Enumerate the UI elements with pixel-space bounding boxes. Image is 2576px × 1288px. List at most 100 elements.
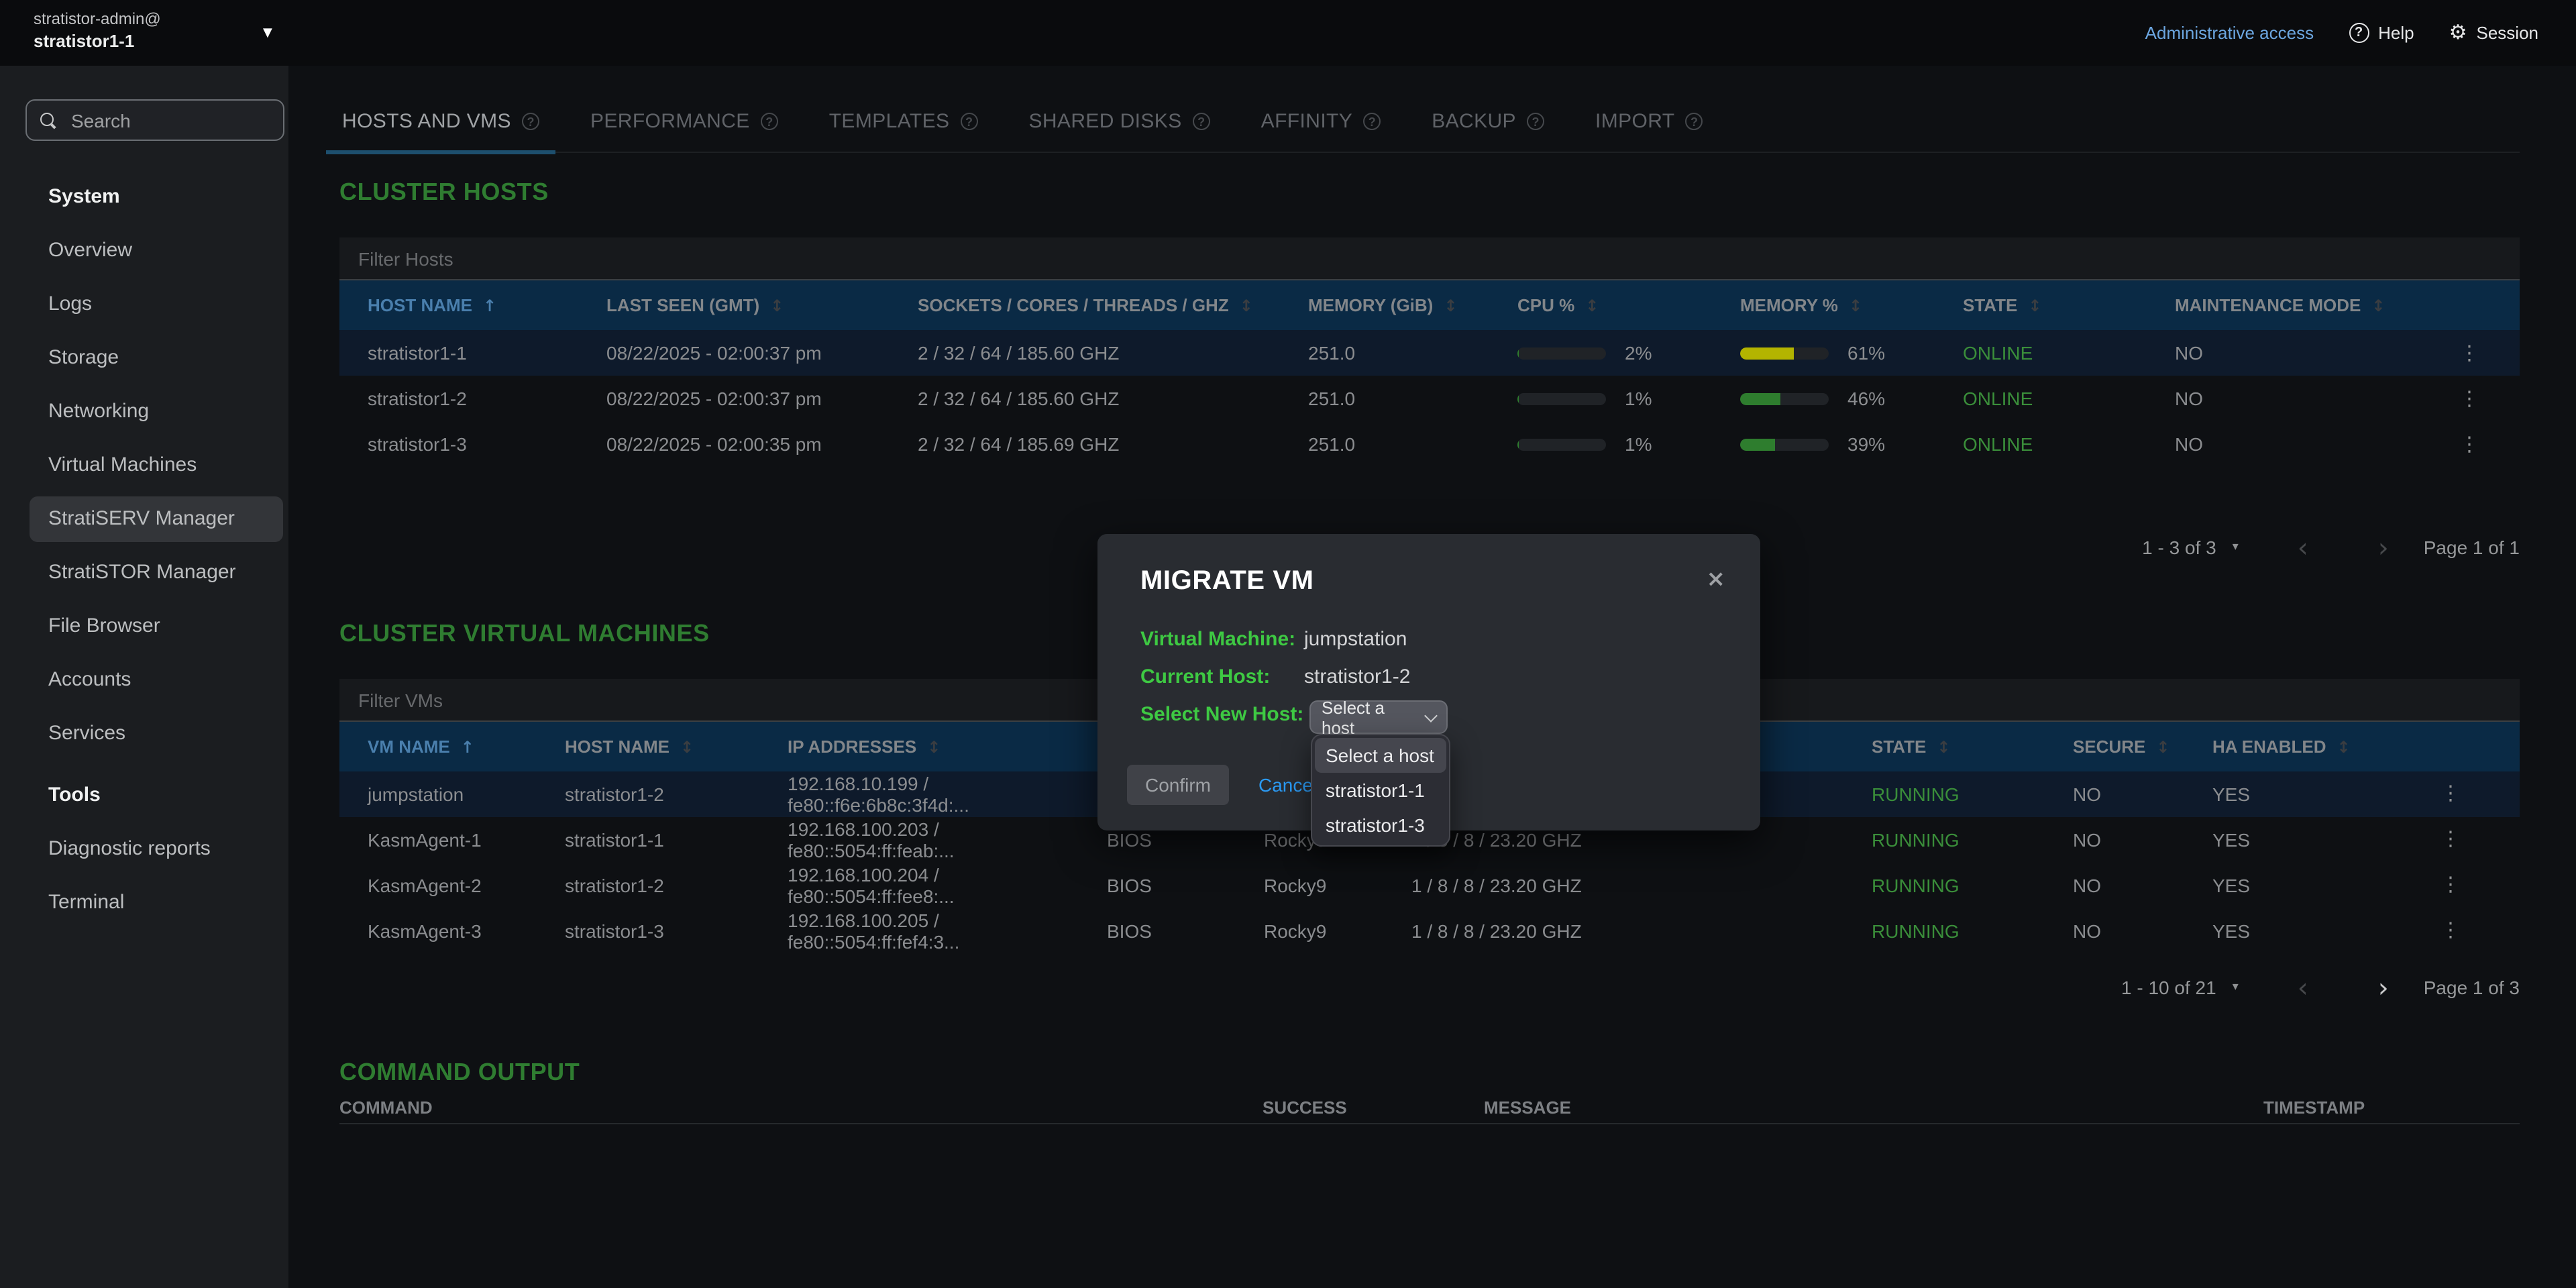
sidebar-item-storage[interactable]: Storage (0, 331, 288, 385)
row-kebab-menu[interactable]: ⋮ (2440, 920, 2461, 942)
command-output-header: COMMAND SUCCESS MESSAGE TIMESTAMP (339, 1092, 2520, 1124)
vms-col-secure[interactable]: SECURE↕ (2073, 737, 2212, 757)
hosts-filter (339, 237, 2520, 280)
hosts-row-stratistor1-1[interactable]: stratistor1-1 08/22/2025 - 02:00:37 pm 2… (339, 330, 2520, 376)
hosts-col-host-name[interactable]: HOST NAME↑ (368, 295, 606, 315)
row-kebab-menu[interactable]: ⋮ (2440, 784, 2461, 805)
host-last-seen: 08/22/2025 - 02:00:35 pm (606, 433, 918, 455)
vm-secure: NO (2073, 784, 2212, 805)
row-kebab-menu[interactable]: ⋮ (2459, 343, 2479, 362)
hosts-col-cpu[interactable]: CPU %↕ (1517, 295, 1740, 315)
vm-ip: 192.168.10.199 / fe80::f6e:6b8c:3f4d:... (788, 773, 1107, 816)
chevron-down-icon (1424, 708, 1438, 722)
vms-col-vm-name[interactable]: VM NAME↑ (368, 737, 565, 757)
hosts-row-stratistor1-2[interactable]: stratistor1-2 08/22/2025 - 02:00:37 pm 2… (339, 376, 2520, 421)
row-kebab-menu[interactable]: ⋮ (2459, 389, 2479, 408)
vms-col-state[interactable]: STATE↕ (1872, 737, 2073, 757)
user-menu-caret-icon[interactable]: ▼ (263, 27, 272, 40)
sidebar-item-overview[interactable]: Overview (0, 224, 288, 278)
dropdown-option-stratistor1-1[interactable]: stratistor1-1 (1315, 773, 1446, 808)
hosts-col-maintenance[interactable]: MAINTENANCE MODE↕ (2175, 295, 2459, 315)
hosts-col-state[interactable]: STATE↕ (1963, 295, 2175, 315)
sidebar-item-logs[interactable]: Logs (0, 278, 288, 331)
close-icon[interactable]: × (1707, 566, 1726, 593)
search-input[interactable] (68, 108, 270, 132)
vms-col-ip[interactable]: IP ADDRESSES↕ (788, 737, 1107, 757)
modal-vm-label: Virtual Machine: (1140, 628, 1304, 651)
hosts-col-mem-pct[interactable]: MEMORY %↕ (1740, 295, 1963, 315)
cmd-col-command: COMMAND (339, 1097, 1263, 1118)
vm-secure: NO (2073, 920, 2212, 942)
new-host-dropdown-menu: Select a host stratistor1-1 stratistor1-… (1311, 734, 1450, 847)
sidebar-item-services[interactable]: Services (0, 707, 288, 761)
cancel-button[interactable]: Cancel (1258, 774, 1317, 796)
row-kebab-menu[interactable]: ⋮ (2459, 435, 2479, 453)
host-maintenance: NO (2175, 433, 2459, 455)
row-kebab-menu[interactable]: ⋮ (2440, 829, 2461, 851)
user-menu[interactable]: stratistor-admin@ stratistor1-1 (34, 9, 161, 52)
dropdown-option-select-a-host[interactable]: Select a host (1315, 738, 1446, 773)
help-button[interactable]: ? Help (2349, 23, 2414, 43)
next-page-button[interactable]: › (2378, 534, 2389, 561)
sidebar-item-file-browser[interactable]: File Browser (0, 600, 288, 653)
administrative-access-link[interactable]: Administrative access (2145, 23, 2314, 43)
sidebar-item-stratistor-manager[interactable]: StratiSTOR Manager (0, 546, 288, 600)
sort-icon: ↕ (2156, 737, 2169, 756)
sidebar-item-networking[interactable]: Networking (0, 385, 288, 439)
tab-shared-disks[interactable]: SHARED DISKS ? (1026, 110, 1212, 152)
vm-secure: NO (2073, 829, 2212, 851)
vm-ha: YES (2212, 875, 2250, 896)
row-kebab-menu[interactable]: ⋮ (2440, 875, 2461, 896)
sidebar-item-stratiserv-manager[interactable]: StratiSERV Manager (0, 492, 288, 546)
sidebar-item-terminal[interactable]: Terminal (0, 876, 288, 930)
cpu-bar (1517, 392, 1606, 405)
prev-page-button[interactable]: ‹ (2298, 534, 2308, 561)
hosts-row-stratistor1-3[interactable]: stratistor1-3 08/22/2025 - 02:00:35 pm 2… (339, 421, 2520, 467)
new-host-select-value: Select a host (1322, 697, 1415, 737)
tab-performance[interactable]: PERFORMANCE ? (588, 110, 781, 152)
vms-col-host-name[interactable]: HOST NAME↕ (565, 737, 788, 757)
sidebar-item-virtual-machines[interactable]: Virtual Machines (0, 439, 288, 492)
hosts-filter-input[interactable] (356, 246, 2504, 270)
cmd-col-timestamp: TIMESTAMP (2263, 1097, 2520, 1118)
session-button[interactable]: ⚙ Session (2449, 23, 2538, 43)
next-page-button[interactable]: › (2378, 974, 2389, 1001)
tab-affinity[interactable]: AFFINITY ? (1258, 110, 1384, 152)
host-spec: 2 / 32 / 64 / 185.60 GHZ (918, 342, 1308, 364)
memory-bar (1740, 347, 1829, 359)
tab-backup[interactable]: BACKUP ? (1429, 110, 1547, 152)
app-root: stratistor-admin@ stratistor1-1 ▼ Admini… (0, 0, 2576, 1288)
tab-templates[interactable]: TEMPLATES ? (826, 110, 981, 152)
help-label: Help (2378, 23, 2414, 43)
sidebar-item-diagnostic-reports[interactable]: Diagnostic reports (0, 822, 288, 876)
sidebar-item-accounts[interactable]: Accounts (0, 653, 288, 707)
new-host-select[interactable]: Select a host (1309, 700, 1448, 734)
vms-row-kasmagent-2[interactable]: KasmAgent-2 stratistor1-2 192.168.100.20… (339, 863, 2520, 908)
dropdown-option-stratistor1-3[interactable]: stratistor1-3 (1315, 808, 1446, 843)
hosts-range: 1 - 3 of 3 (2142, 537, 2216, 558)
command-output-title: COMMAND OUTPUT (339, 1059, 2520, 1087)
sidebar-nav: System Overview Logs Storage Networking … (0, 170, 288, 930)
hosts-col-memory[interactable]: MEMORY (GiB)↕ (1308, 295, 1517, 315)
hosts-col-spec[interactable]: SOCKETS / CORES / THREADS / GHZ↕ (918, 295, 1308, 315)
page-size-caret-icon[interactable]: ▾ (2233, 541, 2239, 554)
vm-ip: 192.168.100.203 / fe80::5054:ff:feab:... (788, 818, 1107, 861)
cpu-bar (1517, 438, 1606, 450)
page-size-caret-icon[interactable]: ▾ (2233, 981, 2239, 994)
vms-pagination: 1 - 10 of 21 ▾ ‹ › Page 1 of 3 (339, 971, 2520, 1004)
vm-name: KasmAgent-3 (368, 920, 565, 942)
vms-row-kasmagent-3[interactable]: KasmAgent-3 stratistor1-3 192.168.100.20… (339, 908, 2520, 954)
user-host: stratistor1-1 (34, 30, 161, 52)
tab-hosts-and-vms[interactable]: HOSTS AND VMS ? (339, 110, 542, 152)
vm-host: stratistor1-3 (565, 920, 788, 942)
host-memory: 251.0 (1308, 433, 1517, 455)
confirm-button[interactable]: Confirm (1127, 765, 1229, 805)
hosts-col-last-seen[interactable]: LAST SEEN (GMT)↕ (606, 295, 918, 315)
prev-page-button[interactable]: ‹ (2298, 974, 2308, 1001)
tab-import[interactable]: IMPORT ? (1593, 110, 1706, 152)
vms-col-ha[interactable]: HA ENABLED↕ (2212, 737, 2520, 757)
sort-icon: ↕ (680, 737, 694, 756)
vm-boot: BIOS (1107, 920, 1264, 942)
vm-name: KasmAgent-2 (368, 875, 565, 896)
cmd-col-message: MESSAGE (1484, 1097, 2263, 1118)
